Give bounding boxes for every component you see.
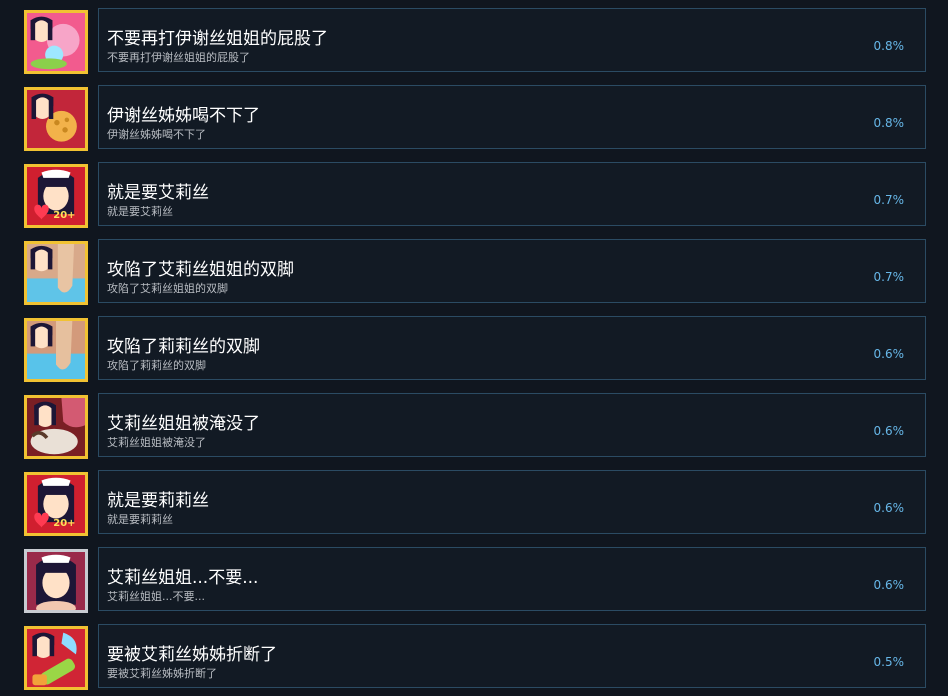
achievement-unlock-percent: 0.8% xyxy=(873,39,905,53)
maid-portrait-achievement-icon xyxy=(24,549,88,613)
achievement-unlock-percent: 0.6% xyxy=(873,347,905,361)
achievement-description: 攻陷了莉莉丝的双脚 xyxy=(107,359,206,372)
achievement-unlock-percent: 0.6% xyxy=(873,501,905,515)
achievement-unlock-percent: 0.6% xyxy=(873,424,905,438)
achievement-description: 就是要艾莉丝 xyxy=(107,205,173,218)
girl-sponge-achievement-icon xyxy=(24,87,88,151)
girl-splash-achievement-icon xyxy=(24,10,88,74)
achievement-description: 攻陷了艾莉丝姐姐的双脚 xyxy=(107,282,228,295)
maid-heart-achievement-icon: 20+ xyxy=(24,472,88,536)
badge-count: 20+ xyxy=(53,518,75,529)
achievement-title: 伊谢丝姊姊喝不下了 xyxy=(107,106,260,126)
achievement-title: 要被艾莉丝姊姊折断了 xyxy=(107,645,277,665)
achievement-title: 不要再打伊谢丝姐姐的屁股了 xyxy=(107,29,328,49)
achievement-description: 不要再打伊谢丝姐姐的屁股了 xyxy=(107,51,250,64)
achievement-panel: 攻陷了莉莉丝的双脚 攻陷了莉莉丝的双脚 0.6% xyxy=(98,316,926,380)
girl-flood-achievement-icon xyxy=(24,395,88,459)
achievement-description: 艾莉丝姐姐被淹没了 xyxy=(107,436,206,449)
maid-heart-achievement-icon: 20+ xyxy=(24,164,88,228)
achievement-panel: 不要再打伊谢丝姐姐的屁股了 不要再打伊谢丝姐姐的屁股了 0.8% xyxy=(98,8,926,72)
achievement-unlock-percent: 0.8% xyxy=(873,116,905,130)
achievement-unlock-percent: 0.5% xyxy=(873,655,905,669)
achievement-unlock-percent: 0.7% xyxy=(873,270,905,284)
achievement-row[interactable]: 20+ 就是要莉莉丝 就是要莉莉丝 0.6% xyxy=(24,470,928,536)
achievement-panel: 艾莉丝姐姐...不要... 艾莉丝姐姐...不要... 0.6% xyxy=(98,547,926,611)
achievement-row[interactable]: 不要再打伊谢丝姐姐的屁股了 不要再打伊谢丝姐姐的屁股了 0.8% xyxy=(24,8,928,74)
achievement-unlock-percent: 0.7% xyxy=(873,193,905,207)
achievement-panel: 攻陷了艾莉丝姐姐的双脚 攻陷了艾莉丝姐姐的双脚 0.7% xyxy=(98,239,926,303)
achievement-panel: 就是要莉莉丝 就是要莉莉丝 0.6% xyxy=(98,470,926,534)
achievement-row[interactable]: 要被艾莉丝姊姊折断了 要被艾莉丝姊姊折断了 0.5% xyxy=(24,624,928,690)
achievement-description: 伊谢丝姊姊喝不下了 xyxy=(107,128,206,141)
achievement-title: 就是要艾莉丝 xyxy=(107,183,209,203)
achievement-row[interactable]: 艾莉丝姐姐...不要... 艾莉丝姐姐...不要... 0.6% xyxy=(24,547,928,613)
achievement-panel: 就是要艾莉丝 就是要艾莉丝 0.7% xyxy=(98,162,926,226)
achievement-title: 攻陷了艾莉丝姐姐的双脚 xyxy=(107,260,294,280)
achievement-title: 艾莉丝姐姐...不要... xyxy=(107,568,259,588)
achievement-title: 艾莉丝姐姐被淹没了 xyxy=(107,414,260,434)
achievement-panel: 要被艾莉丝姊姊折断了 要被艾莉丝姊姊折断了 0.5% xyxy=(98,624,926,688)
achievement-unlock-percent: 0.6% xyxy=(873,578,905,592)
achievement-panel: 伊谢丝姊姊喝不下了 伊谢丝姊姊喝不下了 0.8% xyxy=(98,85,926,149)
achievement-title: 攻陷了莉莉丝的双脚 xyxy=(107,337,260,357)
achievement-panel: 艾莉丝姐姐被淹没了 艾莉丝姐姐被淹没了 0.6% xyxy=(98,393,926,457)
girl-feet-achievement-icon xyxy=(24,318,88,382)
girl-feet-achievement-icon xyxy=(24,241,88,305)
achievement-row[interactable]: 攻陷了艾莉丝姐姐的双脚 攻陷了艾莉丝姐姐的双脚 0.7% xyxy=(24,239,928,305)
achievement-row[interactable]: 攻陷了莉莉丝的双脚 攻陷了莉莉丝的双脚 0.6% xyxy=(24,316,928,382)
achievement-list: 不要再打伊谢丝姐姐的屁股了 不要再打伊谢丝姐姐的屁股了 0.8% 伊谢丝姊姊喝不… xyxy=(0,0,948,696)
achievement-description: 就是要莉莉丝 xyxy=(107,513,173,526)
achievement-title: 就是要莉莉丝 xyxy=(107,491,209,511)
achievement-description: 要被艾莉丝姊姊折断了 xyxy=(107,667,217,680)
achievement-row[interactable]: 伊谢丝姊姊喝不下了 伊谢丝姊姊喝不下了 0.8% xyxy=(24,85,928,151)
girl-watergun-achievement-icon xyxy=(24,626,88,690)
achievement-row[interactable]: 20+ 就是要艾莉丝 就是要艾莉丝 0.7% xyxy=(24,162,928,228)
badge-count: 20+ xyxy=(53,210,75,221)
achievement-description: 艾莉丝姐姐...不要... xyxy=(107,590,205,603)
achievement-row[interactable]: 艾莉丝姐姐被淹没了 艾莉丝姐姐被淹没了 0.6% xyxy=(24,393,928,459)
